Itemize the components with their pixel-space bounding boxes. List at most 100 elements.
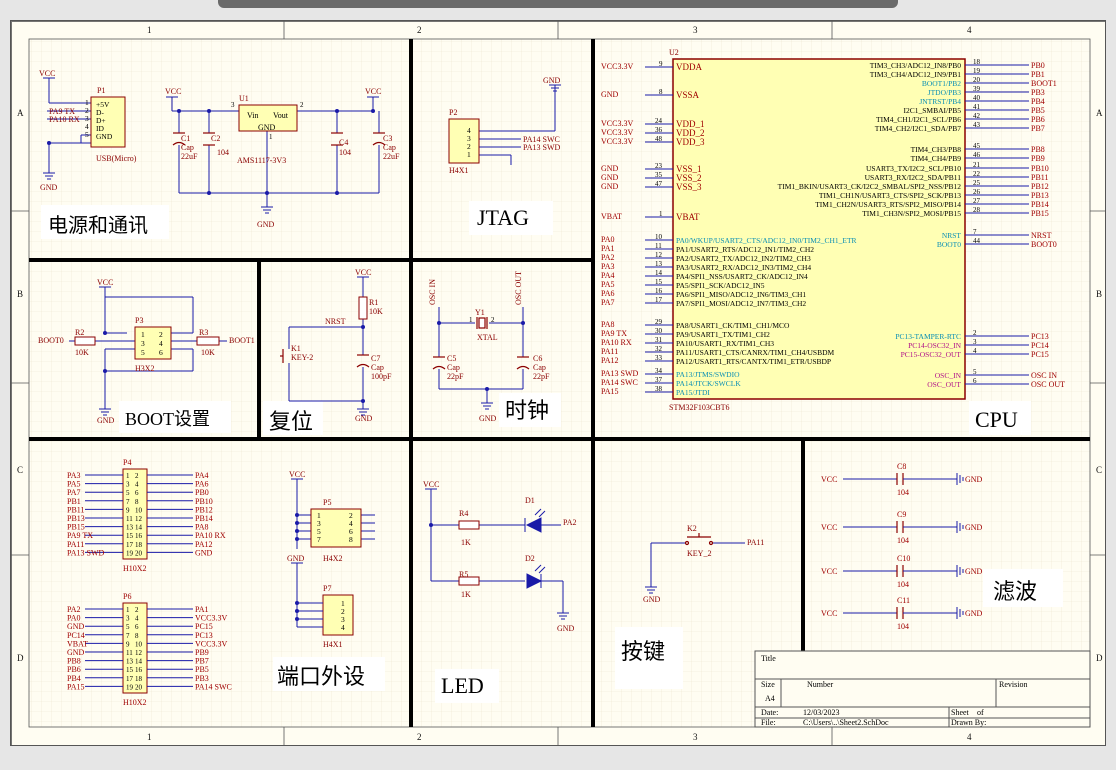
led-gnd-label: GND — [557, 624, 575, 633]
u2-left-pin-number: 23 — [655, 162, 663, 170]
u2-left-pin-number: 17 — [655, 296, 663, 304]
u2-left-pin-number: 36 — [655, 126, 663, 134]
u2-right-pin-number: 25 — [973, 179, 981, 187]
u2-left-pin-name: PA13/JTMS/SWDIO — [676, 370, 740, 379]
p2-pin-1: 1 — [467, 150, 471, 159]
d1-ref: D1 — [525, 496, 535, 505]
p3-pin-6: 6 — [159, 348, 163, 357]
u2-right-pin-name: TIM4_CH4/PB9 — [911, 154, 962, 163]
u2-right-net-label: PB4 — [1031, 97, 1045, 106]
r3-val: 10K — [201, 348, 215, 357]
u2-right-pin-number: 20 — [973, 76, 981, 84]
u2-left-net-label: VCC3.3V — [601, 62, 633, 71]
u2-left-pin-name: PA1/USART2_RTS/ADC12_IN1/TIM2_CH2 — [676, 245, 814, 254]
u2-right-pin-name: NRST — [942, 231, 962, 240]
y1-ref: Y1 — [475, 308, 485, 317]
p3-ref: P3 — [135, 316, 143, 325]
r2-resistor — [74, 336, 96, 346]
u2-right-pin-name: PC14-OSC32_IN — [908, 341, 962, 350]
filter-cap-val: 104 — [897, 488, 909, 497]
boot-boot0-label: BOOT0 — [38, 336, 64, 345]
clock-osc-out-label: OSC OUT — [514, 271, 523, 305]
u2-left-pin-number: 12 — [655, 251, 663, 259]
u2-right-pin-name: JNTRST/PB4 — [919, 97, 961, 106]
u2-right-pin-number: 41 — [973, 103, 981, 111]
p5-pin-7: 7 — [317, 535, 321, 544]
k2-name: KEY_2 — [687, 549, 711, 558]
section-title-cpu: CPU — [975, 407, 1018, 432]
u2-right-pin-name: OSC_OUT — [927, 380, 961, 389]
header-right-num: 18 — [135, 675, 143, 683]
c2-val: 104 — [217, 148, 229, 157]
filter-cap-ref: C9 — [897, 510, 906, 519]
filter-cap-ref: C8 — [897, 462, 906, 471]
u2-right-net-label: BOOT0 — [1031, 240, 1057, 249]
p5-vcc-label: VCC — [289, 470, 305, 479]
filter-gnd-label: GND — [965, 523, 983, 532]
frame-row-a-right: A — [1096, 108, 1103, 118]
p3-pin-5: 5 — [141, 348, 145, 357]
frame-col-4-top: 4 — [967, 25, 972, 35]
u2-left-pin-name: PA6/SPI1_MISO/ADC12_IN6/TIM3_CH1 — [676, 290, 806, 299]
header-right-num: 16 — [135, 532, 143, 540]
u2-right-pin-number: 22 — [973, 170, 981, 178]
c4-val: 104 — [339, 148, 351, 157]
u2-left-pin-name: PA9/USART1_TX/TIM1_CH2 — [676, 330, 770, 339]
key-gnd-label: GND — [643, 595, 661, 604]
r3-resistor — [196, 336, 220, 346]
u2-left-pin-number: 34 — [655, 367, 663, 375]
k2-ref: K2 — [687, 524, 697, 533]
u2-right-pin-number: 28 — [973, 206, 981, 214]
u2-left-pin-number: 13 — [655, 260, 663, 268]
r5-ref: R5 — [459, 570, 468, 579]
p1-name: USB(Micro) — [96, 154, 137, 163]
led-vcc-label: VCC — [423, 480, 439, 489]
u2-right-pin-name: TIM1_CH2N/USART3_RTS/SPI2_MISO/PB14 — [815, 200, 961, 209]
u2-left-pin-number: 37 — [655, 376, 663, 384]
header-left-num: 17 — [126, 675, 134, 683]
u2-right-pin-name: TIM1_BKIN/USART3_CK/I2C2_SMBAL/SPI2_NSS/… — [778, 182, 962, 191]
tb-revision: Revision — [999, 680, 1027, 689]
header-right-num: 8 — [135, 498, 139, 506]
u2-left-net-label: PA9 TX — [601, 329, 627, 338]
u2-left-net-label: PA4 — [601, 271, 615, 280]
c3-ref: C3 — [383, 134, 392, 143]
u2-left-net-label: GND — [601, 90, 619, 99]
p4-group-ref: P4 — [123, 458, 131, 467]
frame-col-3-top: 3 — [693, 25, 698, 35]
u2-left-pin-name: PA10/USART1_RX/TIM1_CH3 — [676, 339, 774, 348]
u2-left-pin-name: VSSA — [676, 90, 700, 100]
c5-val: 22pF — [447, 372, 464, 381]
u1-name: AMS1117-3V3 — [237, 156, 286, 165]
section-title-reset: 复位 — [269, 409, 313, 434]
r4-val: 1K — [461, 538, 471, 547]
c7-type: Cap — [371, 363, 384, 372]
frame-row-a-left: A — [17, 108, 24, 118]
u2-left-pin-number: 10 — [655, 233, 663, 241]
section-title-clock: 时钟 — [505, 398, 549, 423]
u2-left-net-label: PA12 — [601, 356, 619, 365]
header-left-num: 15 — [126, 666, 134, 674]
u2-right-pin-name: BOOT1/PB2 — [922, 79, 961, 88]
c6-type: Cap — [533, 363, 546, 372]
u2-right-pin-name: TIM3_CH3/ADC12_IN8/PB0 — [870, 61, 962, 70]
u2-left-net-label: PA10 RX — [601, 338, 632, 347]
p1-pin-num-5: 5 — [85, 130, 89, 139]
frame-col-2-bottom: 2 — [417, 732, 422, 742]
u2-left-pin-name: VBAT — [676, 212, 700, 222]
header-left-num: 7 — [126, 632, 130, 640]
filter-cap-val: 104 — [897, 622, 909, 631]
u2-left-net-label: PA1 — [601, 244, 615, 253]
c5-ref: C5 — [447, 354, 456, 363]
tb-file-val: C:\Users\..\Sheet2.SchDoc — [803, 718, 889, 727]
u2-left-pin-number: 8 — [659, 88, 663, 96]
u2-left-pin-number: 35 — [655, 171, 663, 179]
tb-of: of — [977, 708, 984, 717]
u2-right-net-label: PC15 — [1031, 350, 1049, 359]
d2-ref: D2 — [525, 554, 535, 563]
u2-left-pin-number: 11 — [655, 242, 662, 250]
header-left-net: PA13 SWD — [67, 548, 104, 557]
u2-left-net-label: PA3 — [601, 262, 615, 271]
section-title-ports: 端口外设 — [277, 664, 365, 689]
u2-right-net-label: PB11 — [1031, 173, 1049, 182]
